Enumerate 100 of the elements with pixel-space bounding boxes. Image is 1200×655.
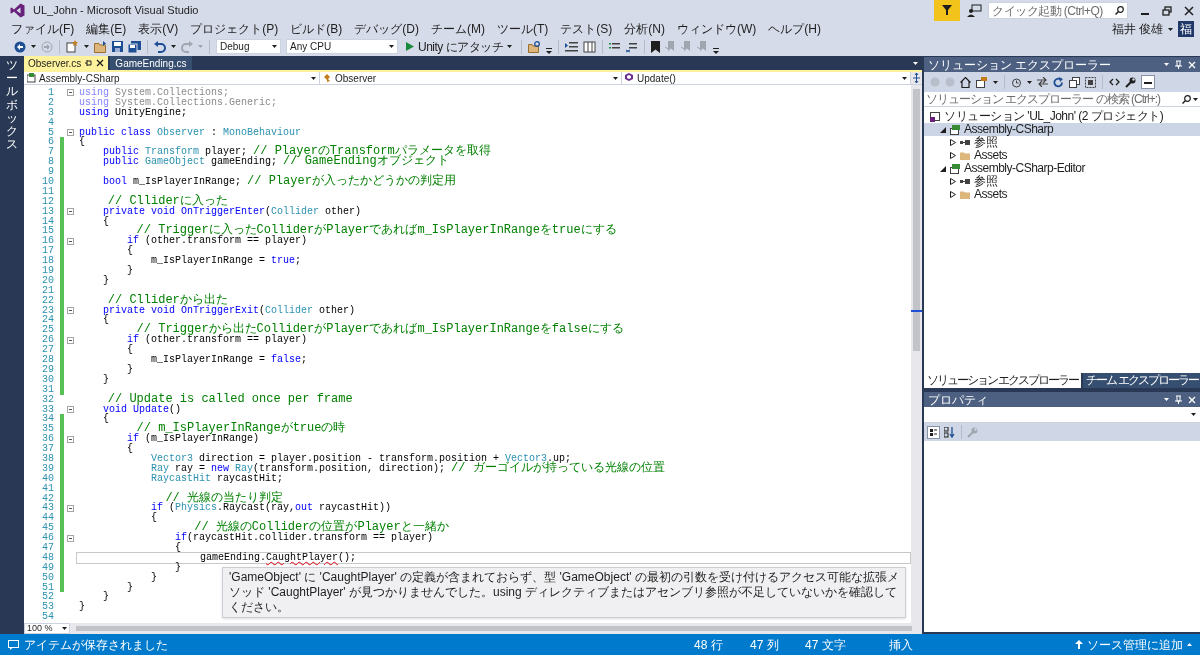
tree-item[interactable]: Assembly-CSharp: [924, 123, 1200, 136]
menu-item[interactable]: プロジェクト(P): [184, 21, 285, 37]
caret-icon[interactable]: [913, 61, 918, 65]
navigation-dropdown[interactable]: Observer: [320, 72, 622, 84]
caret-icon[interactable]: [171, 45, 176, 48]
editor-tab[interactable]: GameEnding.cs: [110, 56, 192, 70]
caret-icon[interactable]: [993, 80, 998, 84]
fold-toggle-icon[interactable]: [66, 89, 74, 97]
collapsed-arrow-icon[interactable]: [950, 139, 956, 146]
panel-tab[interactable]: チーム エクスプローラー: [1083, 373, 1200, 388]
code-icon[interactable]: [1109, 78, 1120, 86]
new-project-icon[interactable]: [66, 40, 79, 53]
caret-icon[interactable]: [613, 76, 618, 80]
indent-icon[interactable]: [565, 40, 579, 53]
toolbox-tab[interactable]: ツールボックス: [6, 59, 18, 634]
menu-item[interactable]: テスト(S): [554, 21, 619, 37]
tree-item[interactable]: Assets: [924, 149, 1200, 162]
search-field[interactable]: ソリューション エクスプローラー の検索 (Ctrl+:): [924, 92, 1200, 107]
notification-flag-icon[interactable]: [934, 0, 960, 21]
tree-item[interactable]: 参照: [924, 136, 1200, 149]
fold-toggle-icon[interactable]: [66, 307, 74, 315]
caret-icon[interactable]: [507, 45, 513, 48]
platform-dropdown[interactable]: Any CPU: [286, 39, 398, 54]
caret-icon[interactable]: [1164, 63, 1169, 66]
scrollbar-thumb[interactable]: [913, 89, 920, 351]
bookmark-icon[interactable]: [651, 40, 661, 53]
caret-icon[interactable]: [1191, 413, 1196, 416]
vertical-scrollbar[interactable]: [911, 85, 922, 623]
feedback-icon[interactable]: [966, 3, 982, 18]
caret-icon[interactable]: [272, 45, 277, 48]
history-icon[interactable]: [1011, 76, 1022, 88]
fold-toggle-icon[interactable]: [66, 129, 74, 136]
menu-item[interactable]: 編集(E): [80, 21, 133, 37]
attach-button[interactable]: Unity にアタッチ: [403, 39, 516, 54]
configuration-dropdown[interactable]: Debug: [216, 39, 281, 54]
split-icon[interactable]: [911, 72, 922, 84]
save-icon[interactable]: [112, 41, 123, 52]
preview-icon[interactable]: [1141, 75, 1155, 89]
fold-toggle-icon[interactable]: [66, 504, 74, 512]
undo-icon[interactable]: [154, 40, 166, 53]
caret-icon[interactable]: [84, 45, 89, 48]
editor-tab[interactable]: Observer.cs: [24, 56, 109, 70]
caret-icon[interactable]: [389, 45, 394, 48]
collapsed-arrow-icon[interactable]: [950, 191, 956, 198]
close-icon[interactable]: [1184, 5, 1194, 16]
close-icon[interactable]: [96, 59, 105, 67]
categorized-icon[interactable]: [927, 425, 940, 439]
menu-item[interactable]: ヘルプ(H): [762, 21, 827, 37]
fold-toggle-icon[interactable]: [66, 534, 74, 542]
account-button[interactable]: 福井 俊雄: [1111, 22, 1173, 36]
caret-icon[interactable]: [62, 627, 67, 630]
caret-icon[interactable]: [311, 76, 316, 80]
caret-icon[interactable]: [1168, 27, 1173, 31]
expanded-arrow-icon[interactable]: [940, 165, 946, 172]
wrench-icon[interactable]: [1125, 76, 1136, 88]
panel-tab[interactable]: ソリューション エクスプローラー: [924, 373, 1082, 388]
alphabetical-icon[interactable]: [944, 426, 956, 438]
menu-item[interactable]: ツール(T): [491, 21, 555, 37]
caret-icon[interactable]: [1164, 398, 1169, 401]
overflow-icon[interactable]: [546, 48, 553, 54]
save-all-icon[interactable]: [128, 40, 141, 53]
fold-toggle-icon[interactable]: [66, 208, 74, 216]
open-folder-icon[interactable]: [94, 40, 107, 53]
menu-item[interactable]: ビルド(B): [284, 21, 349, 37]
refresh-icon[interactable]: [1053, 76, 1064, 88]
tree-item[interactable]: 参照: [924, 175, 1200, 188]
source-control-button[interactable]: ソース管理に追加: [1075, 635, 1192, 654]
fold-toggle-icon[interactable]: [66, 405, 74, 413]
expanded-arrow-icon[interactable]: [940, 126, 946, 133]
menu-item[interactable]: デバッグ(D): [348, 21, 425, 37]
menu-item[interactable]: チーム(M): [425, 21, 491, 37]
find-icon[interactable]: [528, 40, 542, 53]
caret-icon[interactable]: [1027, 80, 1032, 84]
fold-toggle-icon[interactable]: [66, 237, 74, 245]
caret-icon[interactable]: [31, 45, 36, 48]
switch-views-icon[interactable]: [976, 76, 988, 88]
columns-icon[interactable]: [583, 40, 597, 53]
collapsed-arrow-icon[interactable]: [950, 152, 956, 159]
sync-icon[interactable]: [1037, 77, 1048, 87]
menu-item[interactable]: ウィンドウ(W): [671, 21, 763, 37]
navigation-dropdown[interactable]: Assembly-CSharp: [24, 72, 320, 84]
scrollbar-thumb[interactable]: [76, 626, 912, 631]
collapsed-arrow-icon[interactable]: [950, 178, 956, 185]
home-icon[interactable]: [960, 76, 971, 88]
restore-icon[interactable]: [1162, 5, 1172, 16]
back-icon[interactable]: [14, 40, 26, 53]
menu-item[interactable]: 分析(N): [618, 21, 671, 37]
tree-item[interactable]: Assembly-CSharp-Editor: [924, 162, 1200, 175]
quick-launch-field[interactable]: クイック起動 (Ctrl+Q): [988, 2, 1128, 19]
caret-icon[interactable]: [902, 76, 907, 80]
uncomment-icon[interactable]: [626, 40, 639, 53]
fold-toggle-icon[interactable]: [66, 336, 74, 344]
tree-item[interactable]: Assets: [924, 188, 1200, 201]
tree-item[interactable]: ソリューション 'UL_John' (2 プロジェクト): [924, 110, 1200, 123]
caret-icon[interactable]: [1193, 97, 1198, 101]
overflow-icon[interactable]: [713, 48, 720, 54]
menu-item[interactable]: ファイル(F): [5, 21, 81, 37]
fold-toggle-icon[interactable]: [66, 435, 74, 443]
copy-icon[interactable]: [1069, 76, 1080, 88]
show-files-icon[interactable]: [1085, 76, 1096, 88]
